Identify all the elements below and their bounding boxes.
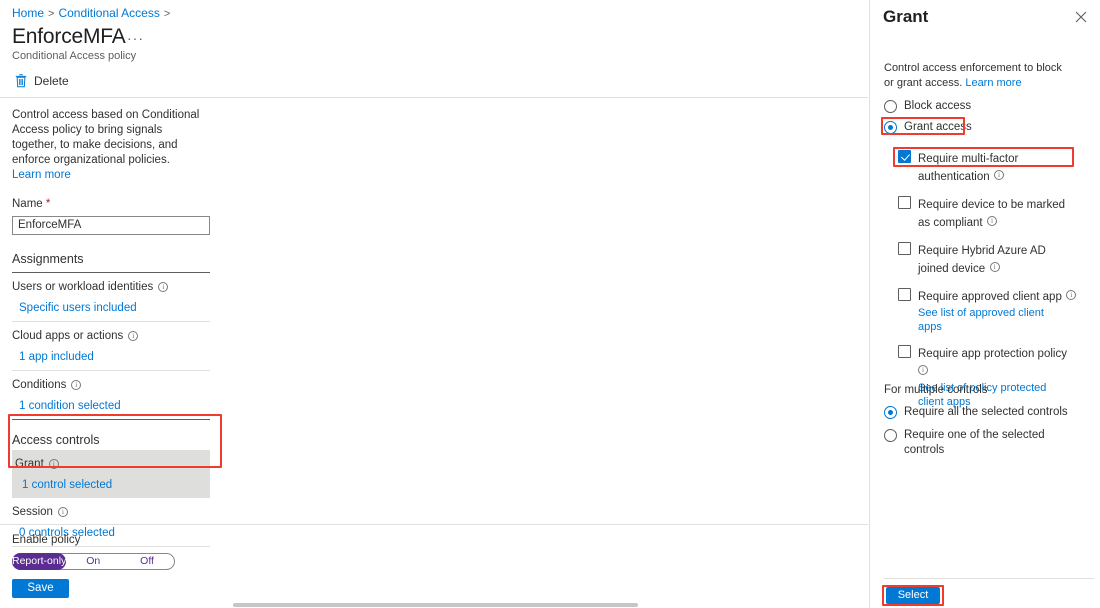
control-require-app-protection-policy-label: Require app protection policy [918, 348, 1067, 360]
radio-require-one-control[interactable]: Require one of the selected controls [884, 428, 1084, 458]
page-subtitle: Conditional Access policy [12, 50, 137, 62]
control-require-approved-client-app[interactable]: Require approved client app See list of … [898, 287, 1084, 334]
policy-description-text: Control access based on Conditional Acce… [12, 109, 200, 166]
control-require-hybrid-joined-device-label: Require Hybrid Azure AD joined device [918, 245, 1046, 275]
policy-footer: Enable policy Report-only On Off Save [12, 533, 175, 598]
delete-button[interactable]: Delete [12, 71, 73, 90]
info-icon[interactable] [1066, 290, 1077, 300]
control-require-hybrid-joined-device[interactable]: Require Hybrid Azure AD joined device [898, 241, 1084, 277]
checkbox-require-mfa[interactable] [898, 150, 911, 163]
conditional-access-page: Home > Conditional Access > EnforceMFA ··· … [0, 0, 1100, 608]
checkbox-require-compliant-device[interactable] [898, 196, 911, 209]
enable-policy-option-report-only[interactable]: Report-only [12, 553, 67, 570]
save-button[interactable]: Save [12, 579, 69, 598]
policy-description-learn-more-link[interactable]: Learn more [12, 169, 71, 181]
info-icon[interactable] [987, 216, 998, 226]
checkbox-require-hybrid-joined-device[interactable] [898, 242, 911, 255]
control-group-grant-value[interactable]: 1 control selected [22, 478, 210, 492]
link-approved-client-apps[interactable]: See list of approved client apps [918, 306, 1070, 334]
info-icon[interactable] [57, 506, 68, 517]
radio-block-access-input[interactable] [884, 100, 897, 113]
grant-panel-footer-divider [884, 578, 1094, 579]
breadcrumb-item-home[interactable]: Home [12, 6, 44, 20]
enable-policy-label: Enable policy [12, 534, 81, 546]
select-button[interactable]: Select [886, 587, 940, 604]
assignment-group-cloud-apps-title: Cloud apps or actions [12, 329, 210, 343]
assignment-group-cloud-apps[interactable]: Cloud apps or actions 1 app included [12, 322, 210, 371]
assignment-group-conditions-value[interactable]: 1 condition selected [19, 399, 210, 413]
access-controls-heading: Access controls [12, 432, 100, 447]
grant-panel-intro: Control access enforcement to block or g… [884, 61, 1069, 91]
page-title: EnforceMFA [12, 25, 126, 48]
assignment-group-cloud-apps-label: Cloud apps or actions [12, 329, 124, 342]
policy-description: Control access based on Conditional Acce… [12, 108, 208, 183]
radio-block-access[interactable]: Block access [884, 99, 1084, 114]
policy-main-pane: Home > Conditional Access > EnforceMFA ··· … [0, 0, 868, 608]
name-field-label: Name * [12, 197, 210, 211]
enable-policy-option-on[interactable]: On [66, 554, 120, 569]
control-group-session-title: Session [12, 505, 210, 519]
grant-controls-list: Require multi-factor authentication Requ… [898, 149, 1084, 409]
control-group-grant[interactable]: Grant 1 control selected [12, 449, 210, 498]
assignment-group-users[interactable]: Users or workload identities Specific us… [12, 273, 210, 322]
radio-grant-access-input[interactable] [884, 121, 897, 134]
enable-policy-option-off[interactable]: Off [120, 554, 174, 569]
breadcrumb-separator-1: > [48, 8, 55, 20]
control-require-app-protection-policy[interactable]: Require app protection policy See list o… [898, 344, 1084, 409]
delete-button-label: Delete [34, 73, 69, 88]
assignment-group-users-title: Users or workload identities [12, 280, 210, 294]
name-input[interactable] [12, 215, 210, 235]
radio-grant-access[interactable]: Grant access [884, 120, 1084, 135]
control-require-mfa-label: Require multi-factor authentication [918, 153, 1019, 183]
multiple-controls-heading: For multiple controls [884, 384, 988, 396]
info-icon[interactable] [48, 458, 59, 469]
toolbar-divider [0, 97, 868, 98]
breadcrumb-separator-2: > [163, 8, 171, 20]
control-group-grant-title: Grant [12, 457, 210, 471]
assignment-group-users-label: Users or workload identities [12, 280, 154, 293]
breadcrumb-item-conditional-access[interactable]: Conditional Access [58, 6, 159, 20]
assignment-group-cloud-apps-value[interactable]: 1 app included [19, 350, 210, 364]
horizontal-scrollbar[interactable] [233, 603, 638, 607]
radio-require-all-controls-input[interactable] [884, 406, 897, 419]
checkbox-require-app-protection-policy[interactable] [898, 345, 911, 358]
control-group-session-label: Session [12, 505, 53, 518]
control-require-approved-client-app-label: Require approved client app [918, 291, 1062, 303]
assignment-group-users-value[interactable]: Specific users included [19, 301, 210, 315]
assignment-group-conditions[interactable]: Conditions 1 condition selected [12, 371, 210, 420]
radio-require-one-control-input[interactable] [884, 429, 897, 442]
name-label-text: Name [12, 198, 43, 210]
radio-require-all-controls[interactable]: Require all the selected controls [884, 405, 1084, 420]
info-icon[interactable] [71, 379, 82, 390]
trash-icon [14, 73, 28, 88]
enable-policy-toggle[interactable]: Report-only On Off [12, 553, 175, 570]
checkbox-require-approved-client-app[interactable] [898, 288, 911, 301]
close-icon[interactable] [1074, 10, 1088, 24]
radio-grant-access-label: Grant access [904, 121, 972, 133]
footer-divider [0, 524, 868, 525]
info-icon[interactable] [989, 262, 1000, 272]
radio-require-all-controls-label: Require all the selected controls [904, 406, 1068, 418]
info-icon[interactable] [128, 330, 139, 341]
radio-block-access-label: Block access [904, 100, 972, 112]
policy-form: Control access based on Conditional Acce… [12, 108, 210, 547]
radio-require-one-control-label: Require one of the selected controls [904, 429, 1045, 456]
info-icon[interactable] [994, 170, 1005, 180]
control-group-grant-label: Grant [15, 457, 44, 470]
name-required-marker: * [45, 198, 51, 210]
breadcrumb: Home > Conditional Access > [12, 6, 174, 21]
grant-panel-title: Grant [883, 7, 929, 26]
assignment-group-conditions-label: Conditions [12, 378, 67, 391]
info-icon[interactable] [918, 365, 928, 375]
control-require-mfa[interactable]: Require multi-factor authentication [898, 149, 1084, 185]
assignments-heading: Assignments [12, 251, 210, 273]
grant-panel-learn-more-link[interactable]: Learn more [965, 77, 1021, 89]
more-options-icon[interactable]: ··· [127, 31, 144, 45]
control-require-compliant-device[interactable]: Require device to be marked as compliant [898, 195, 1084, 231]
info-icon[interactable] [158, 281, 169, 292]
grant-panel-body: Block access Grant access Require multi-… [884, 99, 1084, 419]
multiple-controls-options: Require all the selected controls Requir… [884, 405, 1084, 466]
assignment-group-conditions-title: Conditions [12, 378, 210, 392]
